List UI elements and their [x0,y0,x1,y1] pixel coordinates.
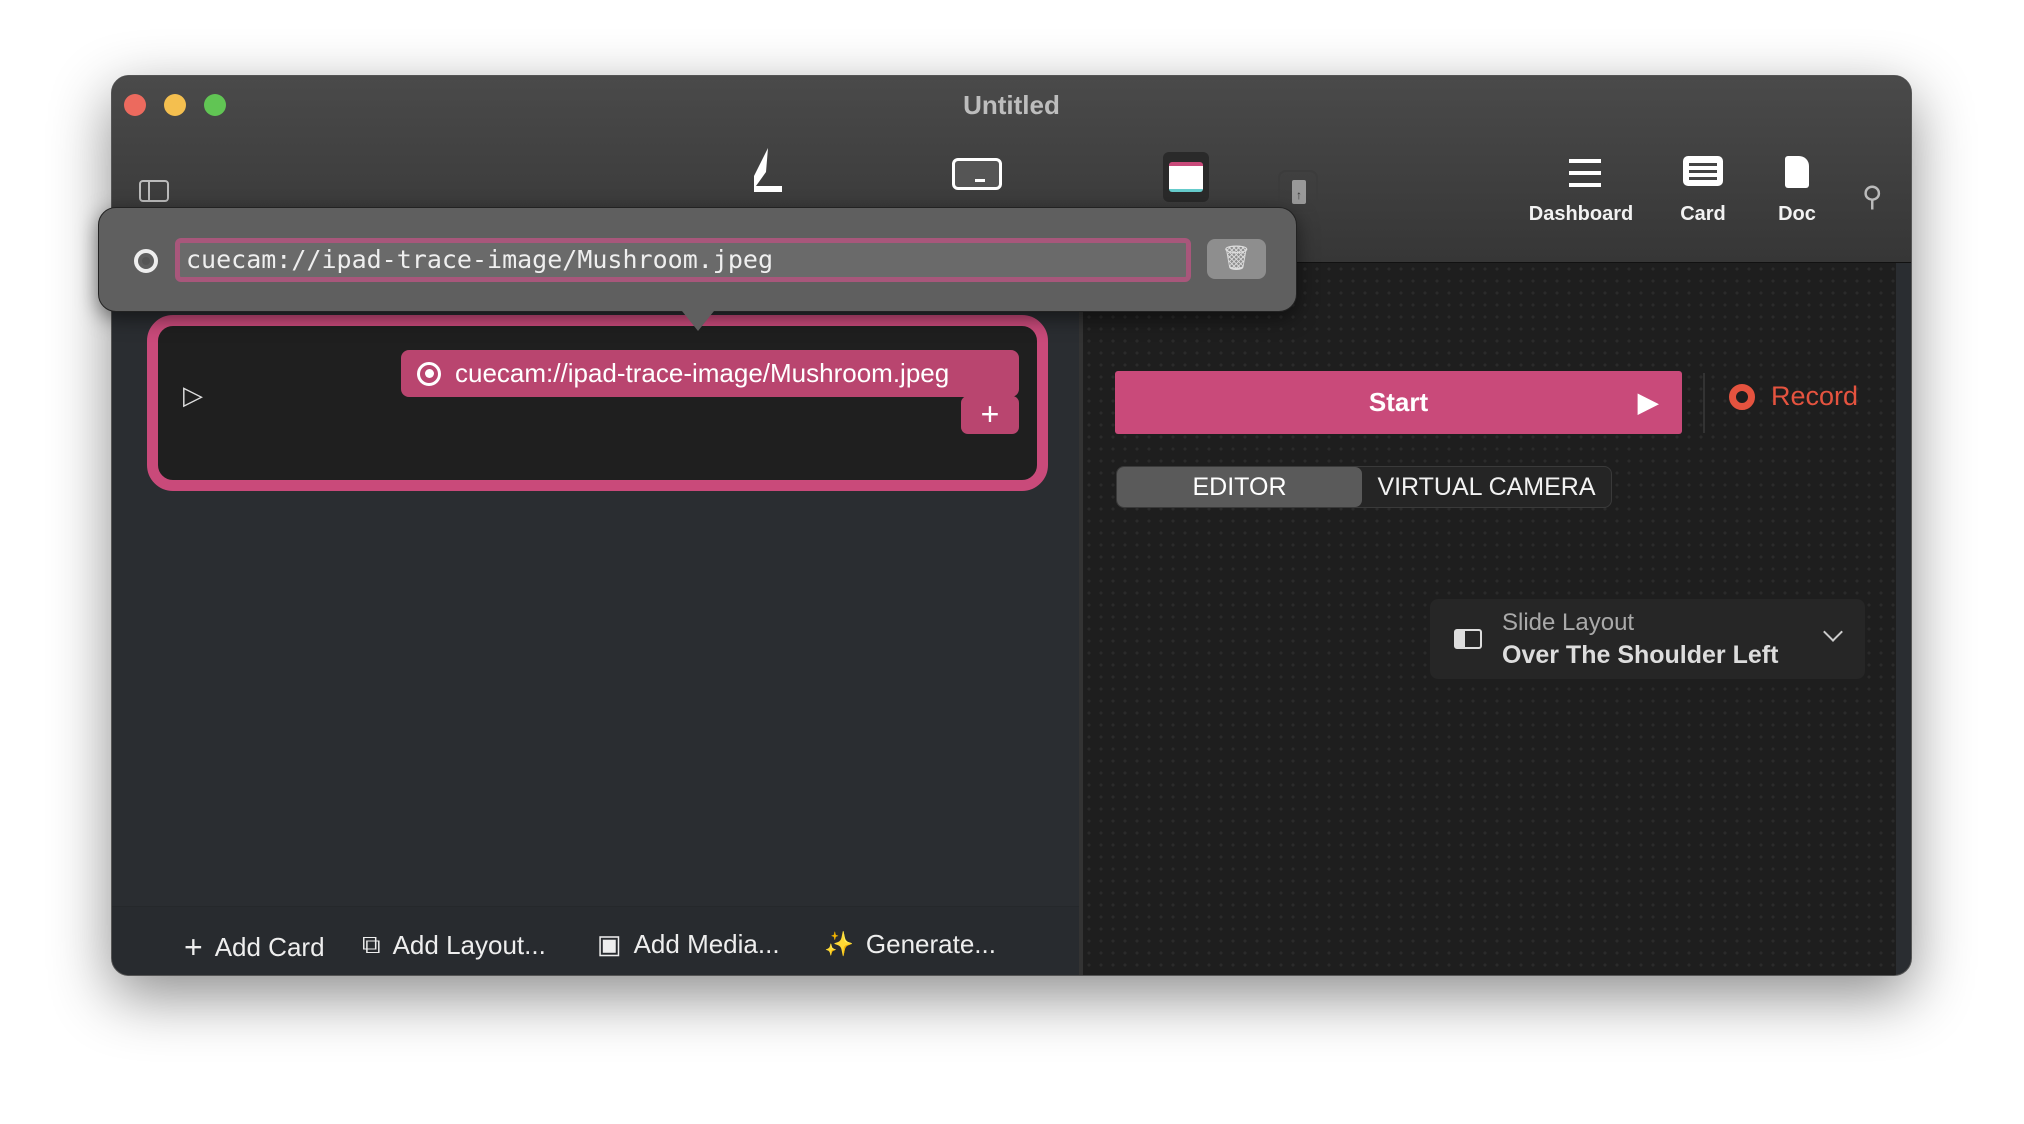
start-button[interactable]: Start ▶ [1115,371,1682,434]
record-target-icon [417,361,441,386]
record-icon [1729,383,1755,410]
delete-button[interactable]: 🗑 [1207,239,1266,279]
add-layout-icon: ⧉ [362,929,381,959]
generate-button[interactable]: ✨ Generate... [824,929,996,960]
media-pill-label: cuecam://ipad-trace-image/Mushroom.jpeg [455,358,950,388]
magic-wand-icon: ✨ [824,931,854,958]
window-title: Untitled [963,90,1060,120]
popover-arrow [682,311,714,331]
preview-panel: Start ▶ Record EDITOR VIRTUAL CAMERA Slid… [1083,263,1896,975]
slide-layout-value: Over The Shoulder Left [1502,641,1779,669]
doc-button[interactable]: Doc [1737,203,1857,226]
url-input[interactable]: cuecam://ipad-trace-image/Mushroom.jpeg [175,238,1191,282]
add-card-label: Add Card [214,932,325,962]
slide-layout-dropdown[interactable]: Slide Layout Over The Shoulder Left [1430,599,1865,679]
search-icon[interactable]: ⚲ [1862,180,1883,213]
tab-editor[interactable]: EDITOR [1117,467,1362,507]
dashboard-button[interactable]: Dashboard [1521,203,1641,226]
add-card-button[interactable]: + Add Card [184,929,325,966]
record-target-icon [134,249,158,273]
chevron-down-icon [1823,622,1843,642]
url-popover: cuecam://ipad-trace-image/Mushroom.jpeg … [98,207,1297,312]
separator [1703,373,1705,433]
generate-label: Generate... [865,929,996,959]
dashboard-list-icon[interactable] [1561,156,1601,188]
sidebar-toggle-icon[interactable] [139,180,169,202]
add-media-plus-button[interactable]: + [961,396,1019,434]
tab-virtual-camera[interactable]: VIRTUAL CAMERA [1362,467,1611,507]
play-icon: ▶ [1638,387,1658,417]
start-label: Start [1368,387,1429,417]
doc-icon[interactable] [1785,156,1809,188]
trash-icon: 🗑 [1221,245,1252,272]
record-label: Record [1771,381,1859,411]
media-pill[interactable]: cuecam://ipad-trace-image/Mushroom.jpeg [401,350,1019,397]
slide-layout-label: Slide Layout [1502,609,1635,636]
mode-segmented-control: EDITOR VIRTUAL CAMERA [1116,466,1612,508]
add-media-icon: ▣ [597,929,622,959]
layout-icon [1454,629,1482,649]
card-icon[interactable] [1683,156,1723,186]
pen-icon[interactable] [742,146,786,203]
terminal-icon[interactable] [952,158,1002,190]
play-icon[interactable]: ▷ [183,380,203,411]
record-button[interactable]: Record [1729,381,1858,412]
plus-icon: + [184,929,203,965]
add-layout-label: Add Layout... [392,929,546,960]
add-media-button[interactable]: ▣ Add Media... [597,929,780,960]
notepad-icon[interactable] [1163,152,1209,202]
add-layout-button[interactable]: ⧉ Add Layout... [362,929,546,961]
add-media-label: Add Media... [633,929,780,959]
card[interactable]: ▷ cuecam://ipad-trace-image/Mushroom.jpe… [147,315,1048,491]
